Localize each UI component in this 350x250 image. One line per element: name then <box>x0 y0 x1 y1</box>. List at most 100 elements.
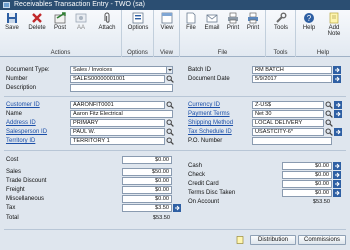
check-go-button[interactable] <box>333 171 341 179</box>
document-date-field[interactable]: 5/9/2017 <box>252 75 332 83</box>
search-icon <box>166 75 174 83</box>
save-icon <box>6 12 18 24</box>
svg-text:?: ? <box>307 14 312 23</box>
cost-field[interactable]: $0.00 <box>122 156 172 164</box>
batch-go-button[interactable] <box>333 66 341 74</box>
terms-disc-taken-field[interactable]: $0.00 <box>282 189 332 197</box>
po-number-field[interactable] <box>252 137 332 145</box>
check-label: Check <box>188 172 206 178</box>
freight-label: Freight <box>6 187 25 193</box>
customer-id-link[interactable]: Customer ID <box>6 101 40 109</box>
delete-icon <box>31 12 43 24</box>
salesperson-lookup-button[interactable] <box>166 128 174 136</box>
arrow-right-icon <box>333 162 341 170</box>
arrow-right-icon <box>173 204 181 212</box>
address-id-field[interactable]: PRIMARY <box>70 119 165 127</box>
name-field[interactable]: Aaron Fitz Electrical <box>70 110 173 118</box>
total-label: Total <box>6 215 19 221</box>
payment-terms-go-button[interactable] <box>334 110 342 118</box>
freight-field[interactable]: $0.00 <box>122 186 172 194</box>
cash-label: Cash <box>188 163 203 169</box>
customer-lookup-button[interactable] <box>166 101 174 109</box>
save-button[interactable]: Save <box>3 12 21 31</box>
description-field[interactable] <box>70 84 173 92</box>
shipping-method-lookup-button[interactable] <box>325 119 333 127</box>
record-notes-button[interactable] <box>236 236 245 245</box>
date-go-button[interactable] <box>333 75 341 83</box>
territory-id-field[interactable]: TERRITORY 1 <box>70 137 165 145</box>
delete-button[interactable]: Delete <box>26 12 48 31</box>
arrow-right-icon <box>333 189 341 197</box>
window-title: Receivables Transaction Entry - TWO (sa) <box>14 1 145 8</box>
view-button[interactable]: View <box>157 12 177 31</box>
salesperson-id-link[interactable]: Salesperson ID <box>6 128 47 136</box>
print-button[interactable]: Print <box>224 12 242 31</box>
miscellaneous-field[interactable]: $0.00 <box>122 195 172 203</box>
payment-terms-lookup-button[interactable] <box>325 110 333 118</box>
printer-icon <box>227 12 239 24</box>
commissions-button[interactable]: Commissions <box>298 235 346 245</box>
distribution-button[interactable]: Distribution <box>250 235 296 245</box>
post-button[interactable]: Post <box>52 12 68 31</box>
salesperson-id-field[interactable]: PAUL W. <box>70 128 165 136</box>
tax-schedule-id-field[interactable]: USASTCITY-6* <box>252 128 324 136</box>
email-button[interactable]: Email <box>202 12 222 31</box>
address-lookup-button[interactable] <box>166 119 174 127</box>
arrow-right-icon <box>333 180 341 188</box>
post-icon <box>54 12 66 24</box>
miscellaneous-label: Miscellaneous <box>6 196 45 202</box>
cash-field[interactable]: $0.00 <box>282 162 332 170</box>
territory-id-link[interactable]: Territory ID <box>6 137 35 145</box>
trade-discount-field[interactable]: $0.00 <box>122 177 172 185</box>
help-button[interactable]: ? Help <box>299 12 319 31</box>
terms-disc-go-button[interactable] <box>333 189 341 197</box>
payment-terms-link[interactable]: Payment Terms <box>188 110 230 118</box>
add-note-button[interactable]: Add Note <box>322 12 346 37</box>
tax-field[interactable]: $3.50 <box>122 204 172 212</box>
tax-go-button[interactable] <box>173 204 181 212</box>
attach-button[interactable]: Attach <box>95 12 119 31</box>
number-lookup-button[interactable] <box>166 75 174 83</box>
ribbon-group-tools: Tools Tools <box>266 10 296 57</box>
tools-button[interactable]: Tools <box>269 12 293 31</box>
cash-go-button[interactable] <box>333 162 341 170</box>
document-date-label: Document Date <box>188 76 230 82</box>
arrow-right-icon <box>334 128 342 136</box>
territory-lookup-button[interactable] <box>166 137 174 145</box>
currency-go-button[interactable] <box>334 101 342 109</box>
document-type-select[interactable]: Sales / Invoices <box>70 66 173 74</box>
payment-terms-field[interactable]: Net 30 <box>252 110 324 118</box>
email-icon <box>206 12 218 24</box>
printer-icon <box>247 12 259 24</box>
help-group-label: Help <box>316 50 330 56</box>
aa-button[interactable]: AA <box>74 12 88 31</box>
ribbon-toolbar: Save Delete Post AA Attach Actions Optio… <box>0 10 350 57</box>
file-button[interactable]: File <box>183 12 199 31</box>
currency-id-link[interactable]: Currency ID <box>188 101 220 109</box>
shipping-method-field[interactable]: LOCAL DELIVERY <box>252 119 324 127</box>
ribbon-group-options: Options Options <box>122 10 154 57</box>
address-id-link[interactable]: Address ID <box>6 119 36 127</box>
cost-label: Cost <box>6 157 19 163</box>
customer-id-field[interactable]: AARONFIT0001 <box>70 101 165 109</box>
options-button[interactable]: Options <box>125 12 151 31</box>
ribbon-group-file: File Email Print Print File <box>180 10 266 57</box>
search-icon <box>325 110 333 118</box>
shipping-method-link[interactable]: Shipping Method <box>188 119 233 127</box>
ribbon-group-help: ? Help Add Note Help <box>296 10 350 57</box>
sales-field[interactable]: $50.00 <box>122 168 172 176</box>
currency-id-field[interactable]: Z-US$ <box>252 101 324 109</box>
credit-card-field[interactable]: $0.00 <box>282 180 332 188</box>
currency-lookup-button[interactable] <box>325 101 333 109</box>
print-options-button[interactable]: Print <box>244 12 262 31</box>
batch-id-field[interactable]: RM BATCH <box>252 66 332 74</box>
tax-schedule-id-link[interactable]: Tax Schedule ID <box>188 128 232 136</box>
number-field[interactable]: SALES00000001001 <box>70 75 165 83</box>
credit-card-go-button[interactable] <box>333 180 341 188</box>
arrow-right-icon <box>334 110 342 118</box>
total-value: $53.50 <box>152 215 170 221</box>
ribbon-group-view: View View <box>154 10 180 57</box>
check-field[interactable]: $0.00 <box>282 171 332 179</box>
tax-schedule-go-button[interactable] <box>334 128 342 136</box>
tax-schedule-lookup-button[interactable] <box>325 128 333 136</box>
